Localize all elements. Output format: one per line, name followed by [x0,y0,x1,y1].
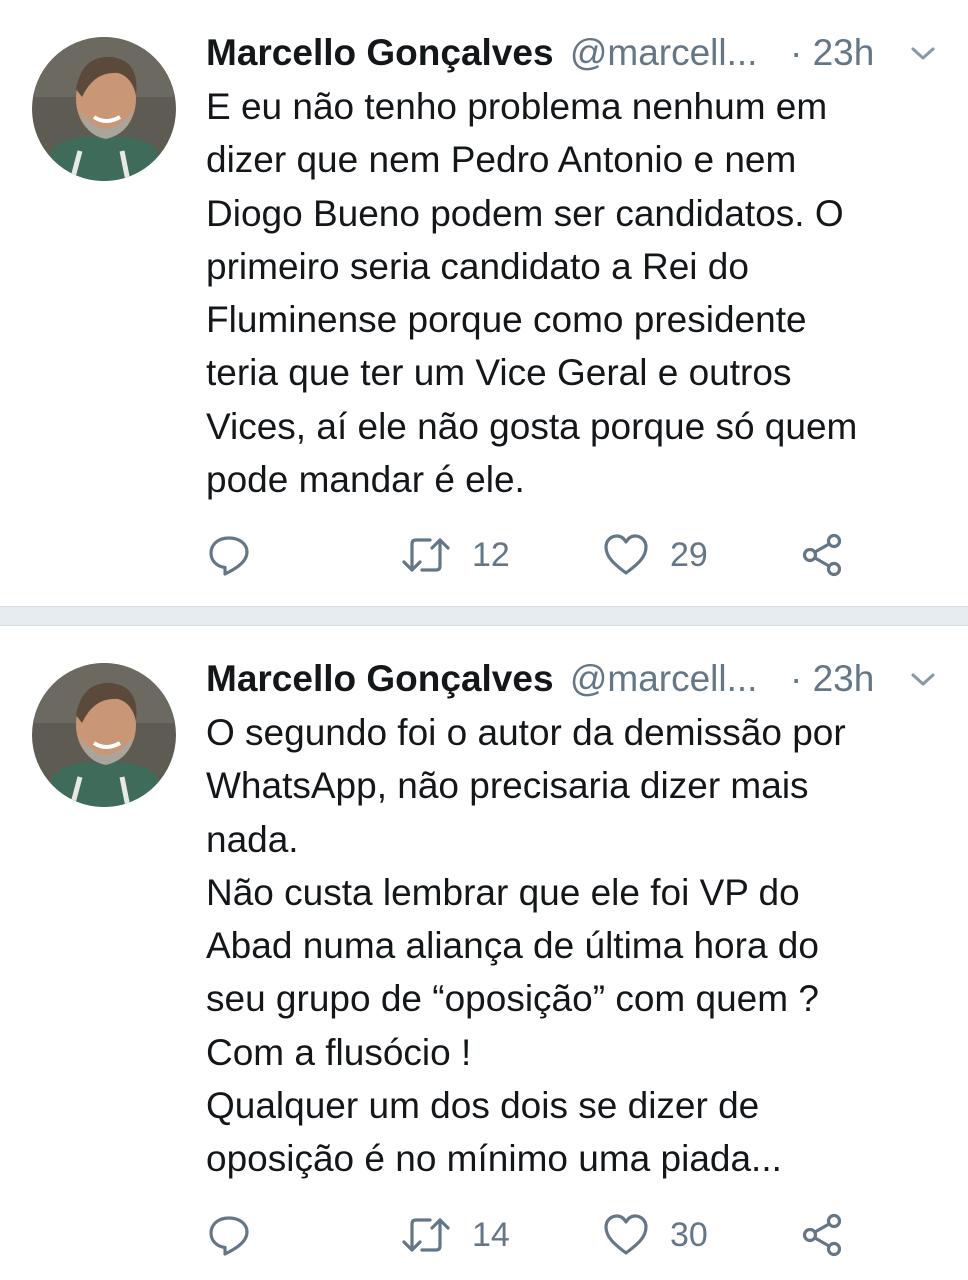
retweet-button[interactable]: 12 [400,530,510,580]
chevron-down-icon[interactable] [908,666,938,692]
tweet[interactable]: Marcello Gonçalves @marcell... · 23h E e… [0,0,968,606]
tweet-header: Marcello Gonçalves @marcell... · 23h [206,30,944,76]
heart-icon [604,534,648,575]
reply-icon [209,1216,249,1256]
author-handle[interactable]: @marcell... [570,32,758,73]
share-button[interactable] [800,1210,846,1260]
tweet-actions: 14 30 [206,1210,926,1260]
tweet-time[interactable]: · 23h [790,656,874,702]
tweet-text: E eu não tenho problema nenhum em dizer … [206,86,858,501]
chevron-down-icon[interactable] [908,40,938,66]
share-icon [802,533,842,577]
share-icon [802,1213,842,1257]
avatar[interactable] [32,37,176,181]
avatar[interactable] [32,663,176,807]
author-name[interactable]: Marcello Gonçalves [206,32,554,73]
like-button[interactable]: 30 [602,1210,708,1260]
like-count: 29 [670,536,708,574]
retweet-icon [402,538,450,572]
tweet-header: Marcello Gonçalves @marcell... · 23h [206,656,944,702]
retweet-count: 14 [472,1216,510,1254]
author-name[interactable]: Marcello Gonçalves [206,658,554,699]
heart-icon [604,1214,648,1255]
tweet-actions: 12 29 [206,530,926,580]
like-button[interactable]: 29 [602,530,708,580]
tweet-time[interactable]: · 23h [790,30,874,76]
retweet-icon [402,1218,450,1252]
like-count: 30 [670,1216,708,1254]
reply-button[interactable] [206,530,252,580]
author-handle[interactable]: @marcell... [570,658,758,699]
retweet-button[interactable]: 14 [400,1210,510,1260]
tweet-text: O segundo foi o autor da demissão por Wh… [206,712,846,1180]
retweet-count: 12 [472,536,510,574]
share-button[interactable] [800,530,846,580]
tweet[interactable]: Marcello Gonçalves @marcell... · 23h O s… [0,626,968,1280]
tweet-divider [0,606,968,626]
reply-button[interactable] [206,1210,252,1260]
reply-icon [209,536,249,576]
